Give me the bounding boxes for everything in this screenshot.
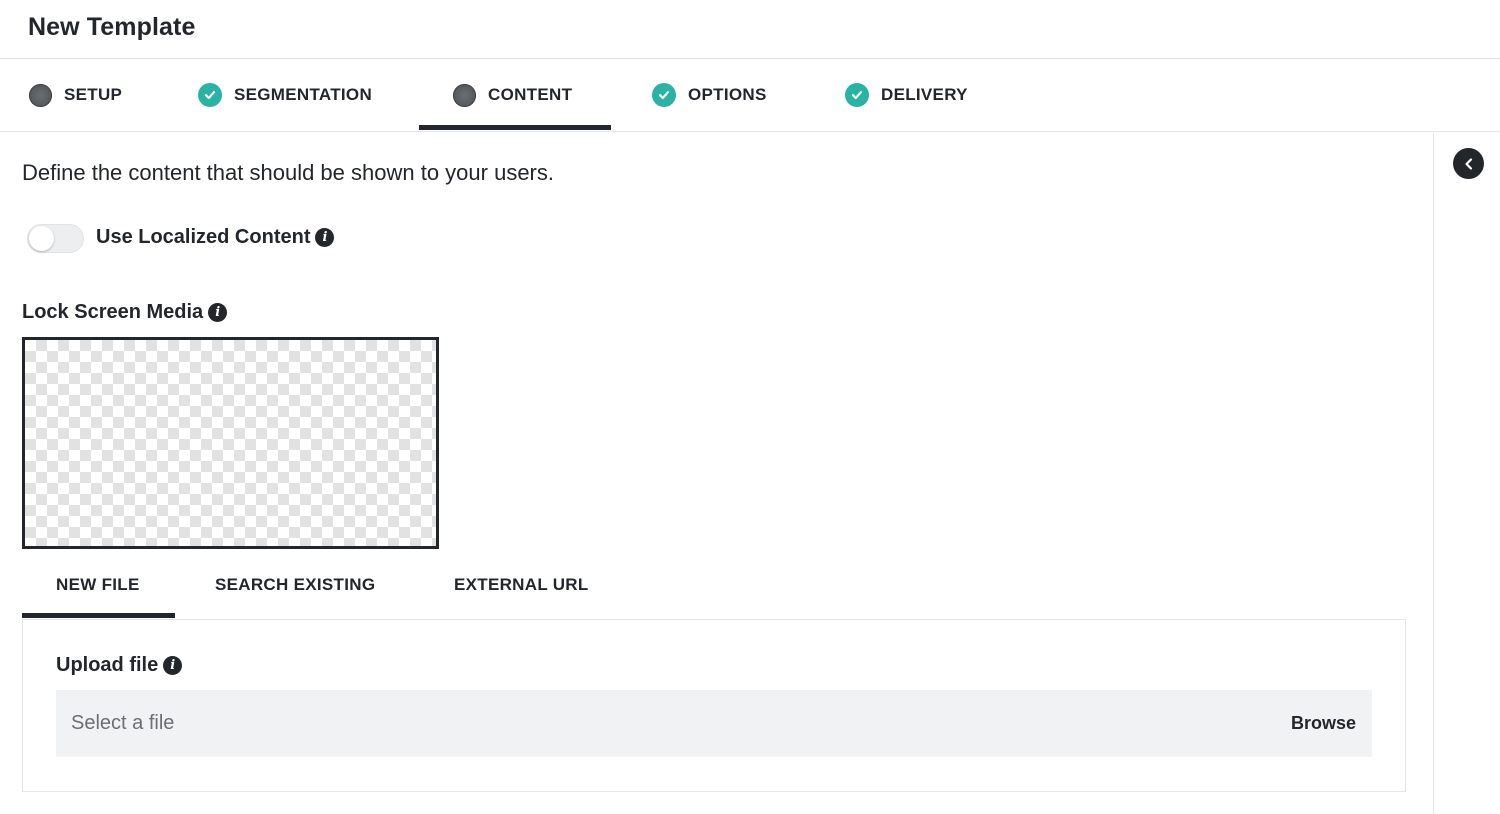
collapse-panel-button[interactable]	[1453, 148, 1484, 179]
step-options[interactable]: OPTIONS	[652, 59, 767, 131]
step-nav: SETUP SEGMENTATION CONTENT OPTIONS DELIV…	[0, 59, 1500, 132]
check-icon	[198, 83, 222, 107]
check-icon	[845, 83, 869, 107]
localized-content-label: Use Localized Content i	[96, 226, 335, 249]
step-label: DELIVERY	[881, 85, 968, 104]
header: New Template	[0, 0, 1500, 59]
step-status-dot-icon	[453, 83, 476, 107]
toggle-knob	[29, 226, 54, 251]
info-icon[interactable]: i	[315, 228, 335, 247]
page-title: New Template	[28, 13, 196, 41]
tab-search-existing[interactable]: SEARCH EXISTING	[215, 575, 375, 595]
active-step-indicator	[419, 125, 611, 130]
step-setup[interactable]: SETUP	[29, 59, 122, 131]
media-preview	[22, 337, 439, 549]
step-content[interactable]: CONTENT	[453, 59, 572, 131]
file-placeholder: Select a file	[71, 712, 175, 734]
chevron-left-icon	[1464, 157, 1472, 170]
localized-content-toggle[interactable]	[27, 224, 84, 253]
step-segmentation[interactable]: SEGMENTATION	[198, 59, 372, 131]
step-label: OPTIONS	[688, 85, 767, 104]
step-label: SEGMENTATION	[234, 85, 373, 104]
active-tab-indicator	[22, 613, 175, 618]
tab-external-url[interactable]: EXTERNAL URL	[454, 575, 589, 595]
localized-content-label-text: Use Localized Content	[96, 226, 311, 248]
tab-new-file[interactable]: NEW FILE	[56, 575, 140, 595]
file-select-field[interactable]: Select a file Browse	[56, 690, 1372, 757]
check-icon	[652, 83, 676, 107]
info-icon[interactable]: i	[163, 656, 183, 675]
step-label: CONTENT	[488, 85, 573, 104]
upload-file-label-text: Upload file	[56, 654, 159, 676]
side-panel-divider	[1433, 133, 1434, 814]
step-label: SETUP	[64, 85, 123, 104]
info-icon[interactable]: i	[208, 303, 228, 322]
lock-screen-media-label: Lock Screen Media i	[22, 301, 228, 324]
lock-screen-media-label-text: Lock Screen Media	[22, 301, 204, 323]
upload-file-label: Upload file i	[56, 654, 183, 677]
content-intro: Define the content that should be shown …	[22, 160, 554, 185]
step-status-dot-icon	[29, 83, 52, 107]
browse-button[interactable]: Browse	[1291, 713, 1356, 734]
step-delivery[interactable]: DELIVERY	[845, 59, 968, 131]
